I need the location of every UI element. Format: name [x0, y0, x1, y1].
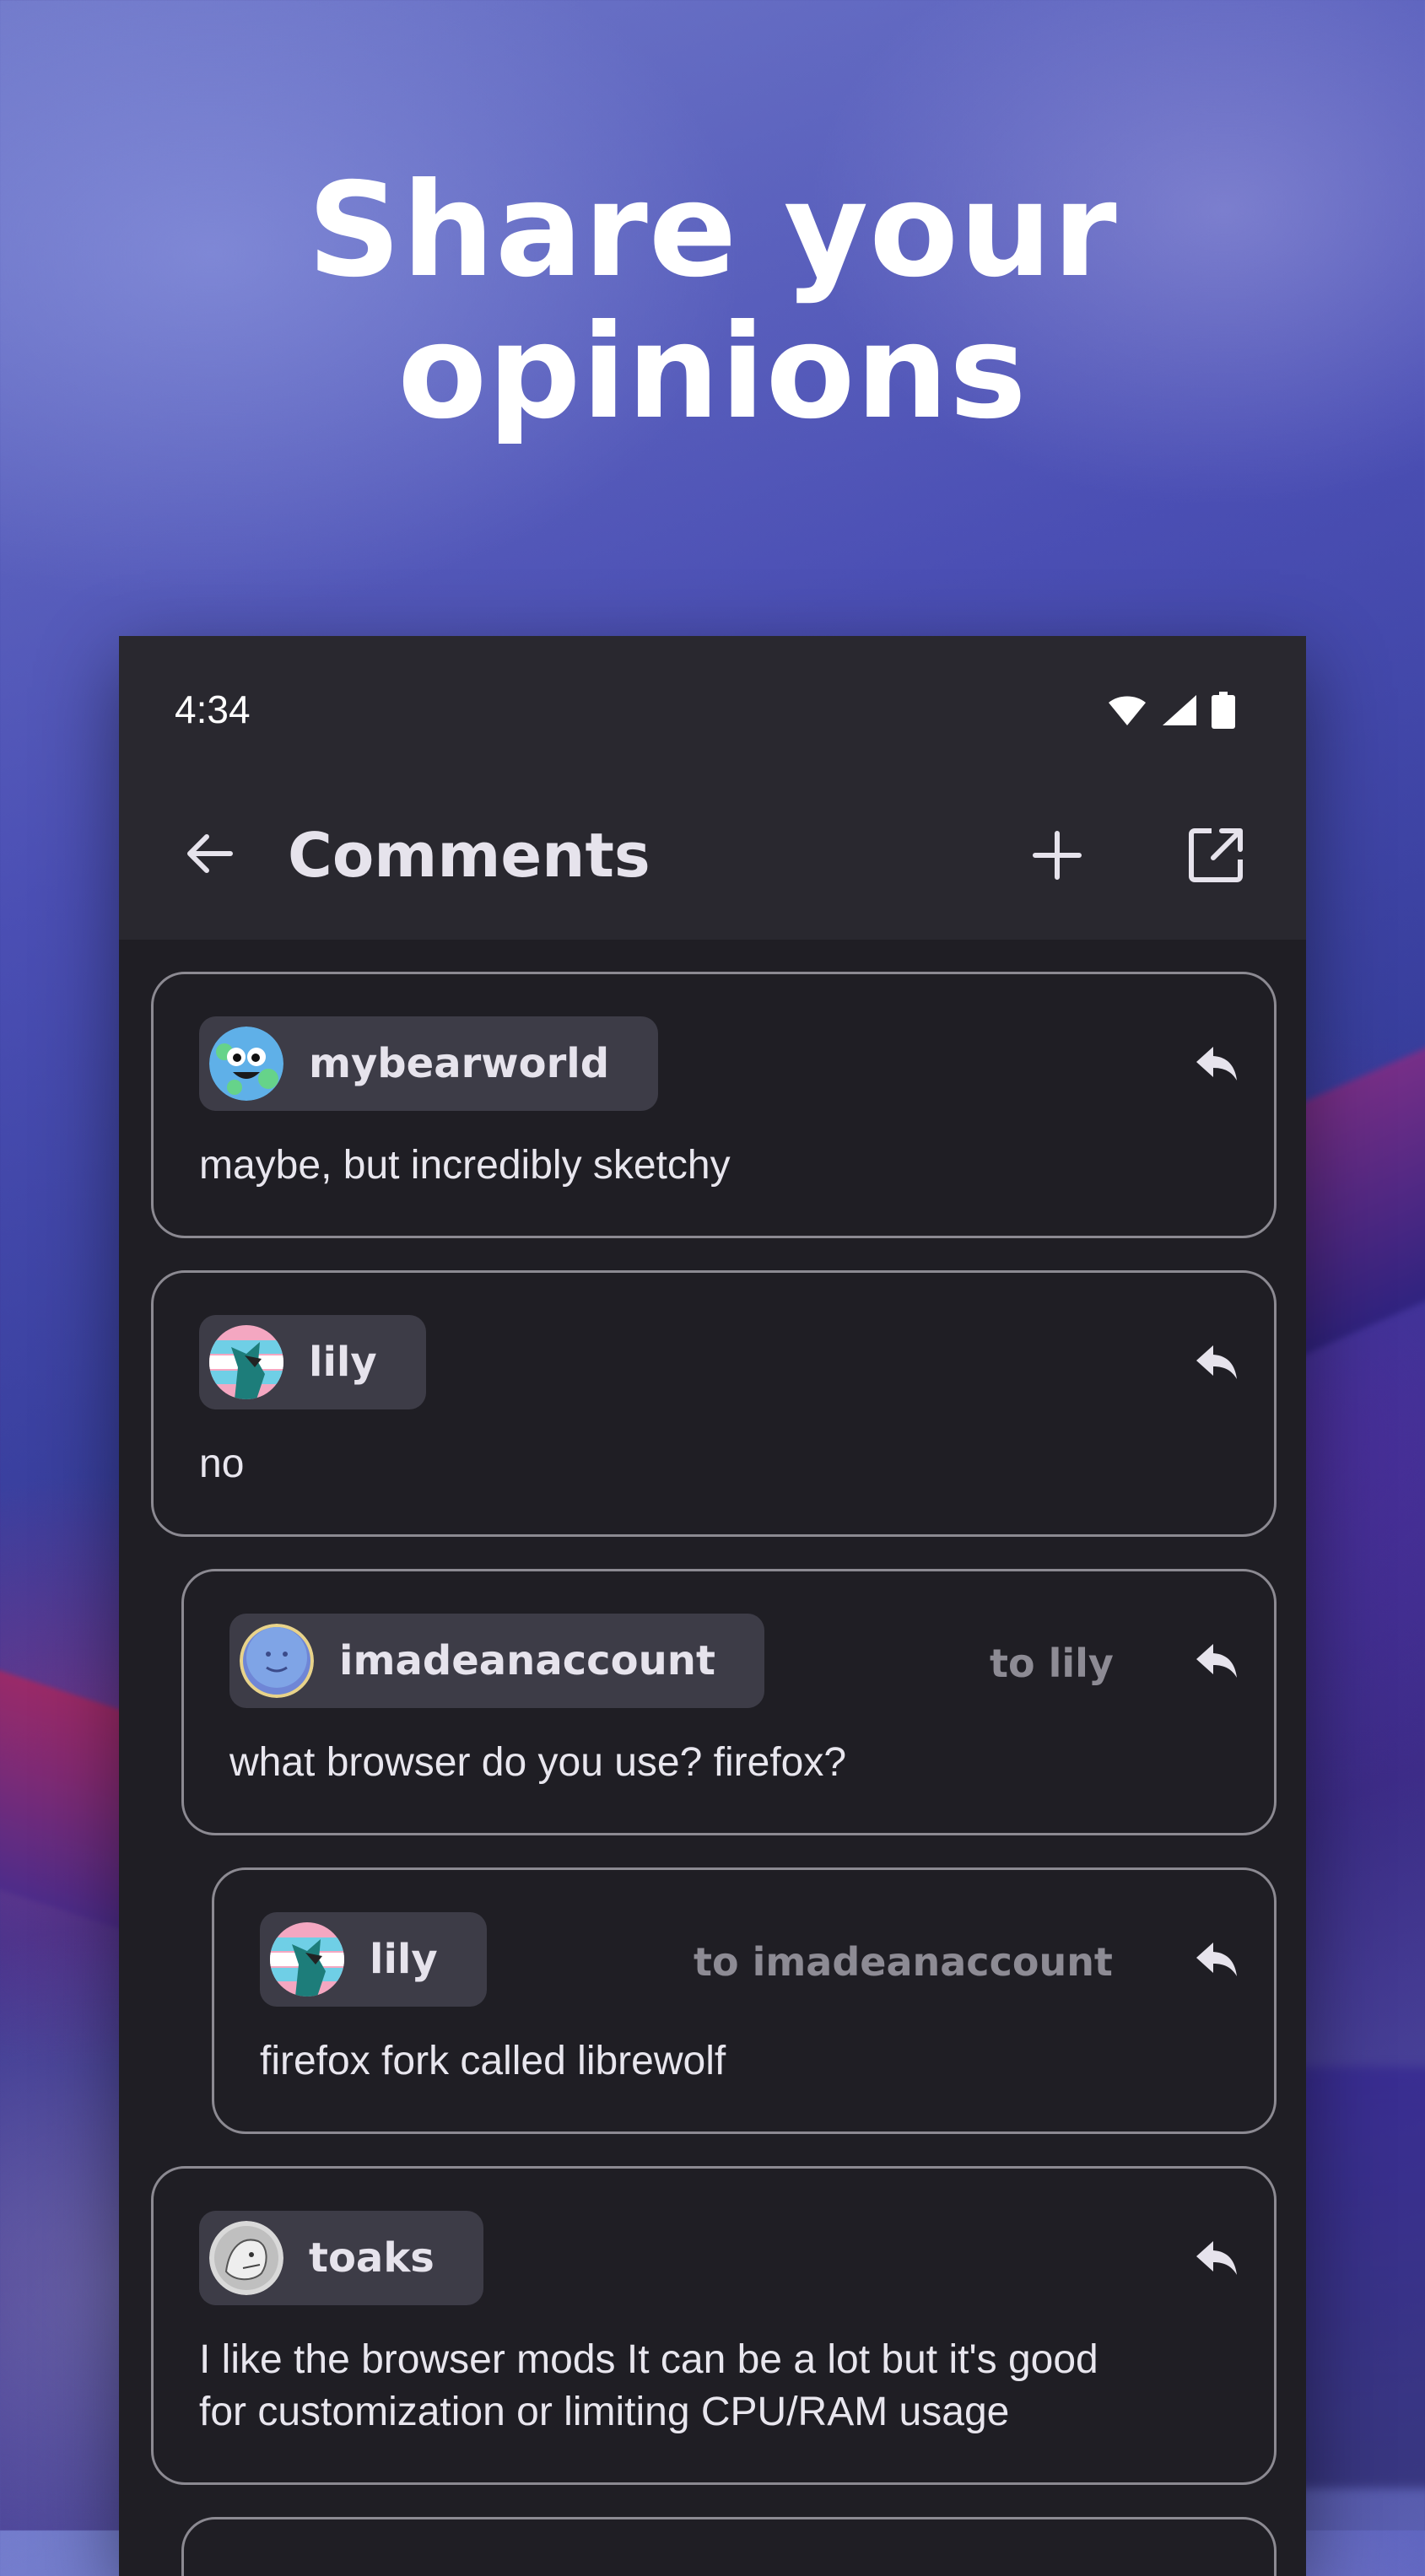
avatar [270, 1922, 344, 1997]
comment-card[interactable]: imadeanaccount to lily what browser do y… [181, 1569, 1277, 1835]
phone-screen: 4:34 Comments mybearworld maybe, but inc… [119, 636, 1306, 2576]
comment-text: maybe, but incredibly sketchy [199, 1143, 731, 1188]
open-in-new-icon [1189, 828, 1243, 882]
reply-button[interactable] [1186, 2228, 1247, 2288]
comment-card[interactable]: mybearworld maybe, but incredibly sketch… [151, 972, 1277, 1238]
status-icons [1107, 692, 1235, 729]
reply-to-label: to lily [990, 1641, 1114, 1686]
author-chip[interactable]: toaks [199, 2211, 483, 2305]
reply-button[interactable] [1186, 1332, 1247, 1393]
open-in-browser-button[interactable] [1180, 820, 1251, 891]
author-chip[interactable]: lily [199, 1315, 426, 1409]
author-name: lily [370, 1936, 438, 1983]
status-bar: 4:34 [119, 636, 1306, 771]
avatar [209, 1027, 283, 1101]
avatar [209, 1325, 283, 1399]
wifi-icon [1109, 696, 1146, 725]
comment-card[interactable]: toaks I like the browser mods It can be … [151, 2166, 1277, 2485]
headline-line-2: opinions [397, 297, 1028, 448]
author-chip[interactable]: lily [260, 1912, 487, 2007]
page-title: Comments [288, 820, 650, 891]
reply-icon [1196, 1644, 1237, 1678]
comment-text-line: for customization or limiting CPU/RAM us… [199, 2390, 1010, 2434]
author-chip[interactable]: mybearworld [199, 1016, 659, 1111]
comment-text: I like the browser mods It can be a lot … [199, 2334, 1098, 2439]
top-app-bar: Comments [119, 771, 1306, 940]
reply-to-label: to imadeanaccount [694, 1939, 1113, 1985]
reply-button[interactable] [1186, 1033, 1247, 1094]
reply-icon [1196, 1943, 1237, 1976]
plus-icon [1033, 831, 1082, 880]
battery-icon [1212, 692, 1235, 729]
avatar [209, 2221, 283, 2295]
background-shape [0, 1659, 135, 1934]
comment-text: firefox fork called librewolf [260, 2039, 726, 2083]
promo-headline: Share your opinions [0, 160, 1425, 444]
comment-text: no [199, 1442, 245, 1486]
reply-icon [1196, 2241, 1237, 2275]
reply-button[interactable] [1186, 1630, 1247, 1691]
signal-icon [1163, 695, 1196, 725]
status-time: 4:34 [175, 687, 251, 731]
comment-text-line: I like the browser mods It can be a lot … [199, 2337, 1098, 2382]
back-button[interactable] [176, 820, 244, 887]
author-chip[interactable]: imadeanaccount [229, 1614, 764, 1708]
author-name: imadeanaccount [339, 1637, 715, 1684]
comment-card[interactable]: lily to imadeanaccount firefox fork call… [212, 1867, 1277, 2134]
comment-text: what browser do you use? firefox? [229, 1740, 847, 1785]
headline-line-1: Share your [307, 155, 1118, 306]
author-name: mybearworld [309, 1040, 610, 1087]
add-comment-button[interactable] [1022, 820, 1093, 891]
reply-button[interactable] [1186, 1929, 1247, 1990]
author-name: toaks [309, 2234, 435, 2282]
avatar [240, 1624, 314, 1698]
comment-card[interactable] [181, 2517, 1277, 2576]
reply-icon [1196, 1047, 1237, 1081]
comment-card[interactable]: lily no [151, 1270, 1277, 1537]
author-name: lily [309, 1339, 377, 1386]
arrow-left-icon [187, 834, 233, 873]
reply-icon [1196, 1345, 1237, 1379]
